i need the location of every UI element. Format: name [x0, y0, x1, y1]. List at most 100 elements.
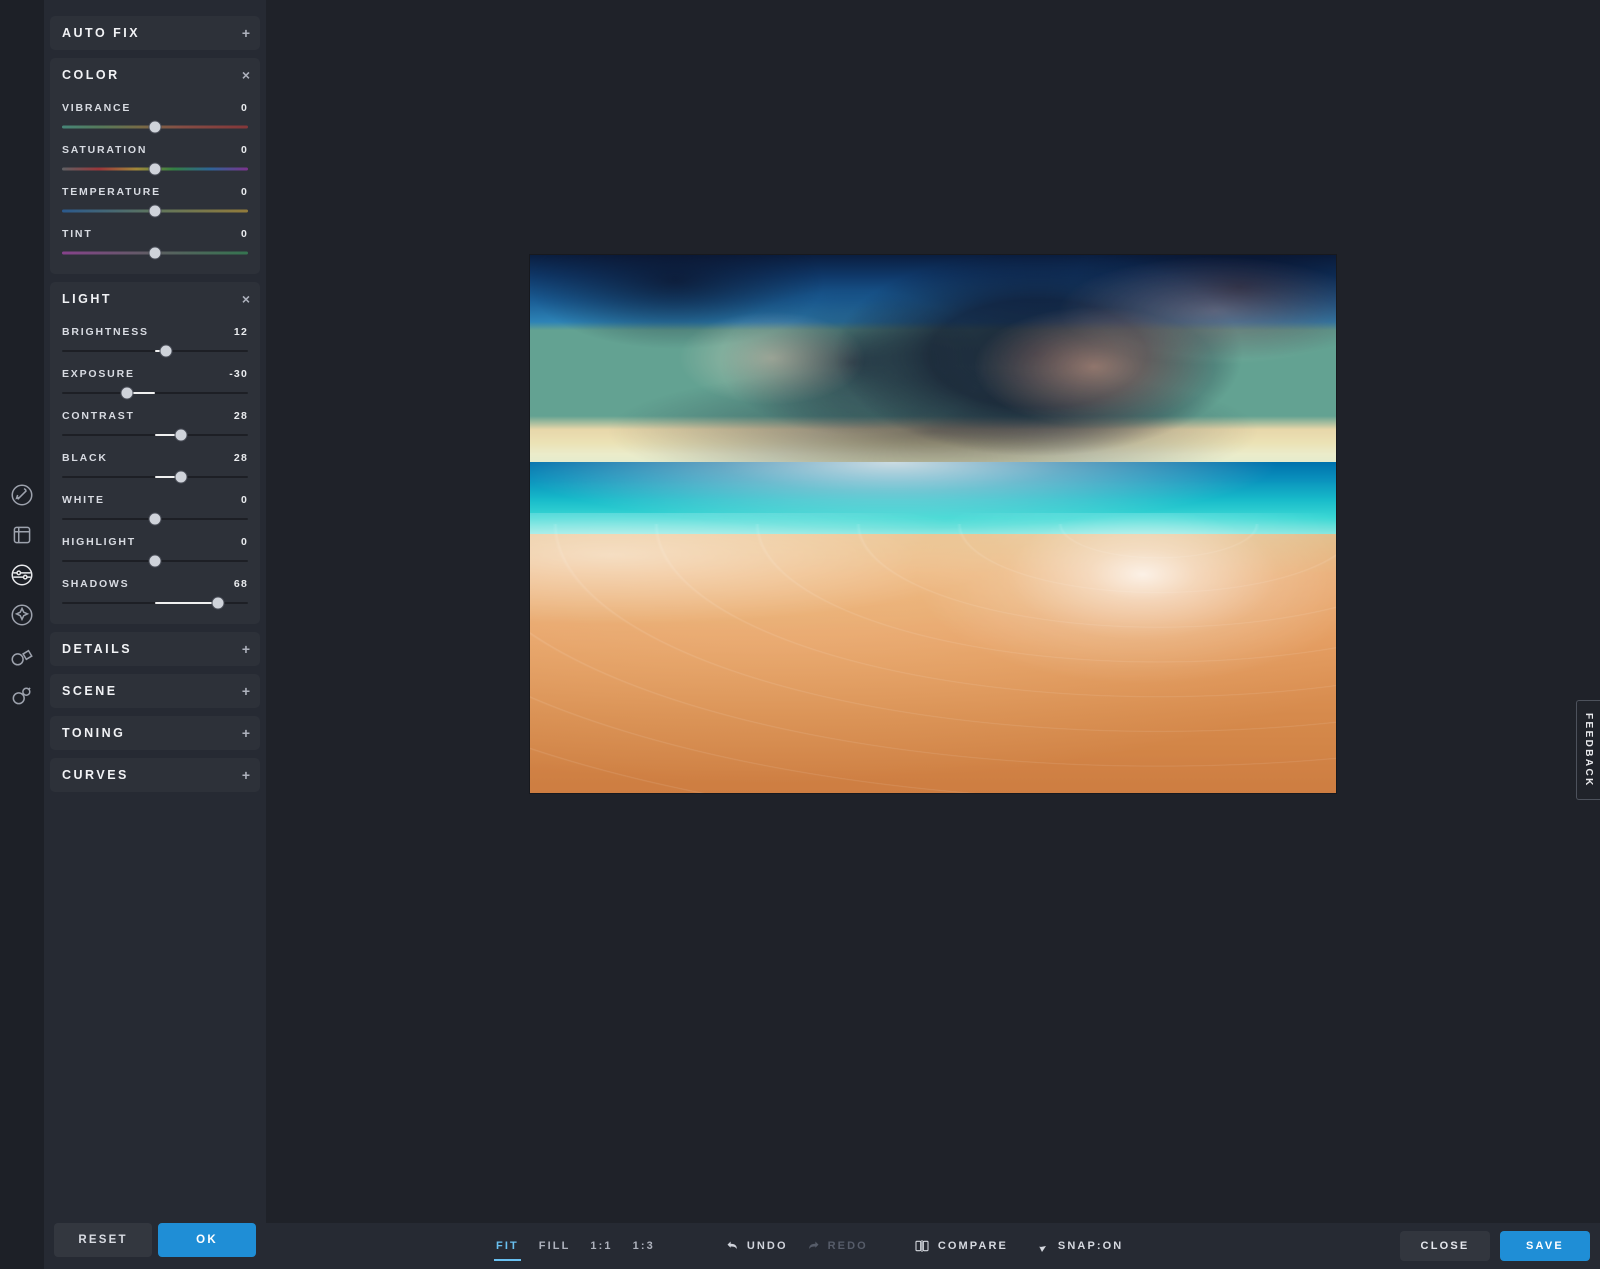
- panel-auto_fix-header[interactable]: AUTO FIX+: [50, 16, 260, 50]
- misc-group: COMPARE SNAP:ON: [914, 1238, 1124, 1254]
- slider-temperature[interactable]: TEMPERATURE0: [62, 186, 248, 218]
- panel-scene-header[interactable]: SCENE+: [50, 674, 260, 708]
- close-icon: ×: [242, 68, 250, 82]
- panel-light-header[interactable]: LIGHT×: [50, 282, 260, 316]
- canvas[interactable]: [266, 0, 1600, 1223]
- expand-icon: +: [242, 684, 250, 698]
- slider-highlight-track[interactable]: [62, 554, 248, 568]
- slider-saturation-track[interactable]: [62, 162, 248, 176]
- slider-temperature-thumb[interactable]: [149, 205, 162, 218]
- slider-contrast-label: CONTRAST: [62, 410, 135, 422]
- slider-shadows-track[interactable]: [62, 596, 248, 610]
- slider-shadows-thumb[interactable]: [212, 597, 225, 610]
- slider-saturation-label: SATURATION: [62, 144, 147, 156]
- compare-icon: [914, 1238, 930, 1254]
- slider-brightness[interactable]: BRIGHTNESS12: [62, 326, 248, 358]
- slider-vibrance-thumb[interactable]: [149, 121, 162, 134]
- liquify-tool[interactable]: [9, 642, 35, 668]
- slider-tint-label: TINT: [62, 228, 93, 240]
- crop-tool[interactable]: [9, 522, 35, 548]
- sparkle-icon: [9, 602, 35, 628]
- slider-highlight[interactable]: HIGHLIGHT 0: [62, 536, 248, 568]
- retouch-tool[interactable]: [9, 682, 35, 708]
- save-button[interactable]: SAVE: [1500, 1231, 1590, 1261]
- slider-shadows-label: SHADOWS: [62, 578, 129, 590]
- undo-button[interactable]: UNDO: [725, 1239, 788, 1254]
- panel-color: COLOR× VIBRANCE0 SATURATION 0 TEMPERATURE0 TI…: [50, 58, 260, 274]
- slider-black[interactable]: BLACK28: [62, 452, 248, 484]
- slider-white-label: WHITE: [62, 494, 105, 506]
- adjust-panel: AUTO FIX+ COLOR× VIBRANCE0 SATURATION 0 TEMPE…: [44, 0, 266, 1269]
- adjust-tool[interactable]: [9, 562, 35, 588]
- undo-label: UNDO: [747, 1240, 788, 1252]
- zoom-fill[interactable]: FILL: [529, 1236, 581, 1256]
- panel-toning-title: TONING: [62, 726, 125, 740]
- wand-icon: [9, 482, 35, 508]
- slider-white-value: 0: [241, 494, 248, 506]
- right-actions: CLOSE SAVE: [1400, 1231, 1590, 1261]
- adjust-icon: [9, 562, 35, 588]
- history-group: UNDO REDO: [725, 1239, 868, 1254]
- slider-white[interactable]: WHITE 0: [62, 494, 248, 526]
- reset-button[interactable]: RESET: [54, 1223, 152, 1257]
- slider-contrast-value: 28: [234, 410, 248, 422]
- slider-exposure[interactable]: EXPOSURE-30: [62, 368, 248, 400]
- compare-label: COMPARE: [938, 1240, 1008, 1252]
- panel-color-body: VIBRANCE0 SATURATION 0 TEMPERATURE0 TINT0: [50, 102, 260, 274]
- slider-black-thumb[interactable]: [175, 471, 188, 484]
- workspace: FITFILL1:11:3 UNDO REDO COMPARE SNAP:ON: [266, 0, 1600, 1269]
- slider-highlight-thumb[interactable]: [149, 555, 162, 568]
- zoom-1_1[interactable]: 1:1: [580, 1236, 622, 1256]
- close-icon: ×: [242, 292, 250, 306]
- panel-curves-header[interactable]: CURVES +: [50, 758, 260, 792]
- panel-curves-title: CURVES: [62, 768, 129, 782]
- slider-black-value: 28: [234, 452, 248, 464]
- slider-shadows[interactable]: SHADOWS 68: [62, 578, 248, 610]
- slider-highlight-value: 0: [241, 536, 248, 548]
- slider-temperature-track[interactable]: [62, 204, 248, 218]
- slider-contrast-track[interactable]: [62, 428, 248, 442]
- panel-toning-header[interactable]: TONING+: [50, 716, 260, 750]
- feedback-tab[interactable]: FEEDBACK: [1576, 700, 1600, 801]
- slider-vibrance-track[interactable]: [62, 120, 248, 134]
- panel-color-header[interactable]: COLOR×: [50, 58, 260, 92]
- slider-vibrance[interactable]: VIBRANCE0: [62, 102, 248, 134]
- panel-details-header[interactable]: DETAILS+: [50, 632, 260, 666]
- expand-icon: +: [242, 768, 250, 782]
- slider-tint[interactable]: TINT0: [62, 228, 248, 260]
- compare-button[interactable]: COMPARE: [914, 1238, 1008, 1254]
- slider-exposure-value: -30: [229, 368, 248, 380]
- slider-tint-track[interactable]: [62, 246, 248, 260]
- ok-button[interactable]: OK: [158, 1223, 256, 1257]
- slider-brightness-thumb[interactable]: [160, 345, 173, 358]
- ashape-icon: [9, 642, 35, 668]
- slider-saturation-thumb[interactable]: [149, 163, 162, 176]
- snap-toggle[interactable]: SNAP:ON: [1034, 1238, 1123, 1254]
- effects-tool[interactable]: [9, 602, 35, 628]
- slider-highlight-label: HIGHLIGHT: [62, 536, 136, 548]
- panel-toning: TONING+: [50, 716, 260, 750]
- slider-brightness-label: BRIGHTNESS: [62, 326, 149, 338]
- slider-contrast[interactable]: CONTRAST 28: [62, 410, 248, 442]
- panel-details: DETAILS+: [50, 632, 260, 666]
- zoom-1_3[interactable]: 1:3: [623, 1236, 665, 1256]
- slider-white-thumb[interactable]: [149, 513, 162, 526]
- panel-footer: RESET OK: [50, 1215, 260, 1269]
- slider-tint-thumb[interactable]: [149, 247, 162, 260]
- slider-shadows-value: 68: [234, 578, 248, 590]
- zoom-fit[interactable]: FIT: [486, 1236, 529, 1256]
- slider-contrast-thumb[interactable]: [175, 429, 188, 442]
- redo-button[interactable]: REDO: [806, 1239, 868, 1254]
- slider-brightness-track[interactable]: [62, 344, 248, 358]
- slider-white-track[interactable]: [62, 512, 248, 526]
- close-button[interactable]: CLOSE: [1400, 1231, 1490, 1261]
- snap-icon: [1034, 1238, 1050, 1254]
- slider-black-track[interactable]: [62, 470, 248, 484]
- crop-icon: [9, 522, 35, 548]
- slider-exposure-track[interactable]: [62, 386, 248, 400]
- auto-fix-tool[interactable]: [9, 482, 35, 508]
- slider-saturation-value: 0: [241, 144, 248, 156]
- slider-exposure-thumb[interactable]: [121, 387, 134, 400]
- snap-label: SNAP:ON: [1058, 1240, 1123, 1252]
- slider-saturation[interactable]: SATURATION 0: [62, 144, 248, 176]
